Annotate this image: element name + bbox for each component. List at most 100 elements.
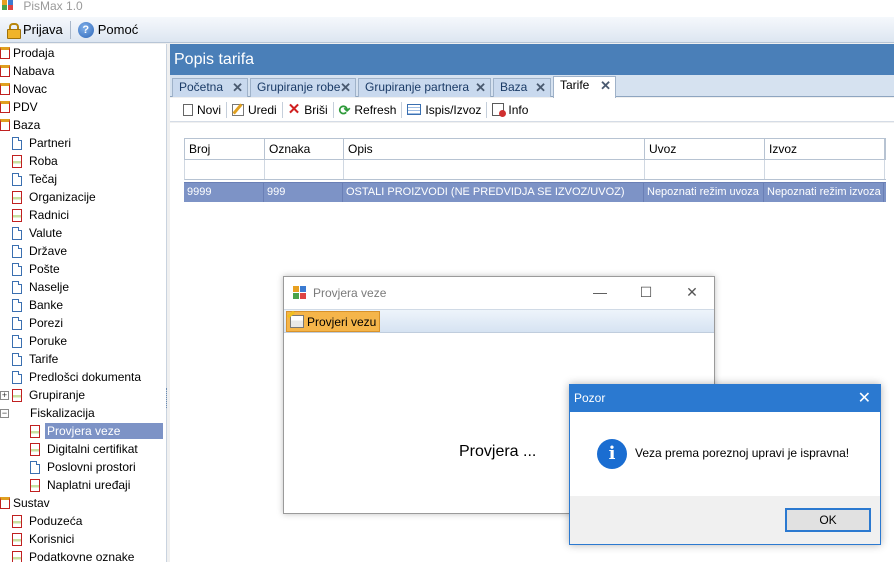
close-icon[interactable]: ✕ bbox=[475, 79, 486, 96]
info-icon: i bbox=[597, 439, 627, 469]
tab-label: Grupiranje robe bbox=[257, 80, 341, 94]
dialog-toolbar: Provjeri vezu bbox=[284, 309, 714, 333]
column-header-uvoz[interactable]: Uvoz bbox=[645, 139, 765, 159]
tab-baza[interactable]: Baza ✕ bbox=[493, 78, 551, 97]
tab-grupiranje-robe[interactable]: Grupiranje robe ✕ bbox=[250, 78, 356, 97]
folder-icon bbox=[0, 65, 10, 77]
collapse-icon[interactable]: − bbox=[0, 408, 9, 418]
cell-opis: OSTALI PROIZVODI (NE PREDVIDJA SE IZVOZ/… bbox=[343, 183, 644, 202]
ok-button[interactable]: OK bbox=[785, 508, 871, 532]
refresh-button[interactable]: ⟳ Refresh bbox=[334, 100, 402, 120]
sidebar-item-korisnici[interactable]: Korisnici bbox=[0, 530, 166, 548]
sidebar-item-partneri[interactable]: Partneri bbox=[0, 134, 166, 152]
sidebar-item-poduzeca[interactable]: Poduzeća bbox=[0, 512, 166, 530]
alert-message: Veza prema poreznoj upravi je ispravna! bbox=[635, 446, 850, 460]
folder-icon bbox=[0, 83, 10, 95]
sidebar-item-banke[interactable]: Banke bbox=[0, 296, 166, 314]
sidebar-item-podatkovne-oznake[interactable]: Podatkovne oznake bbox=[0, 548, 166, 562]
edit-button[interactable]: Uredi bbox=[227, 100, 282, 120]
sidebar-item-nabava[interactable]: Nabava bbox=[0, 62, 166, 80]
navigation-tree: Prodaja Nabava Novac PDV Baza Partneri Roba Teč… bbox=[0, 44, 167, 562]
sidebar-item-prodaja[interactable]: Prodaja bbox=[0, 44, 166, 62]
sidebar-item-tarife[interactable]: Tarife bbox=[0, 350, 166, 368]
sidebar-item-naselje[interactable]: Naselje bbox=[0, 278, 166, 296]
app-title: PisMax 1.0 bbox=[23, 0, 83, 13]
expand-icon[interactable]: + bbox=[0, 390, 9, 400]
sidebar-item-drzave[interactable]: Države bbox=[0, 242, 166, 260]
help-label: Pomoć bbox=[97, 22, 139, 37]
tab-grupiranje-partnera[interactable]: Grupiranje partnera ✕ bbox=[358, 78, 491, 97]
print-export-button[interactable]: Ispis/Izvoz bbox=[402, 100, 486, 120]
sidebar-item-predlosci-dokumenta[interactable]: Predlošci dokumenta bbox=[0, 368, 166, 386]
close-icon[interactable]: ✕ bbox=[340, 79, 351, 96]
info-label: Info bbox=[508, 102, 529, 117]
sidebar-splitter[interactable] bbox=[166, 388, 169, 408]
sidebar-item-label: Prodaja bbox=[13, 46, 55, 60]
sidebar-item-poruke[interactable]: Poruke bbox=[0, 332, 166, 350]
close-icon[interactable]: ✕ bbox=[600, 77, 611, 94]
filter-cell[interactable] bbox=[185, 160, 265, 179]
login-menu[interactable]: Prijava bbox=[2, 19, 68, 41]
column-header-opis[interactable]: Opis bbox=[344, 139, 645, 159]
cell-broj: 9999 bbox=[184, 183, 264, 202]
sidebar-item-label: Novac bbox=[13, 82, 48, 96]
column-header-broj[interactable]: Broj bbox=[185, 139, 265, 159]
sidebar-item-label: Korisnici bbox=[29, 532, 75, 546]
close-icon[interactable]: ✕ bbox=[232, 79, 243, 96]
sidebar-item-digitalni-certifikat[interactable]: Digitalni certifikat bbox=[0, 440, 166, 458]
filter-cell[interactable] bbox=[765, 160, 885, 179]
edit-icon bbox=[232, 103, 245, 116]
sidebar-item-label: Fiskalizacija bbox=[30, 406, 95, 420]
sidebar-item-label: Poslovni prostori bbox=[47, 460, 136, 474]
plug-icon bbox=[290, 315, 304, 328]
sidebar-item-naplatni-ure-aji[interactable]: Naplatni uređaji bbox=[0, 476, 166, 494]
document-icon bbox=[12, 352, 22, 366]
tab-tarife[interactable]: Tarife ✕ bbox=[553, 76, 616, 98]
new-label: Novi bbox=[197, 102, 222, 117]
sidebar-item-organizacije[interactable]: Organizacije bbox=[0, 188, 166, 206]
cell-oznaka: 999 bbox=[264, 183, 343, 202]
sidebar-item-provjera-veze[interactable]: Provjera veze bbox=[0, 422, 166, 440]
sidebar-item-poste[interactable]: Pošte bbox=[0, 260, 166, 278]
sidebar-item-radnici[interactable]: Radnici bbox=[0, 206, 166, 224]
filter-cell[interactable] bbox=[645, 160, 765, 179]
column-header-oznaka[interactable]: Oznaka bbox=[265, 139, 344, 159]
sidebar-item-baza[interactable]: Baza bbox=[0, 116, 166, 134]
check-connection-button[interactable]: Provjeri vezu bbox=[286, 311, 381, 332]
filter-cell[interactable] bbox=[265, 160, 344, 179]
grid-filter-row bbox=[184, 160, 886, 180]
document-icon bbox=[12, 298, 22, 312]
sidebar-item-tecaj[interactable]: Tečaj bbox=[0, 170, 166, 188]
sidebar-item-poslovni-prostori[interactable]: Poslovni prostori bbox=[0, 458, 166, 476]
column-header-izvoz[interactable]: Izvoz bbox=[765, 139, 885, 159]
document-icon bbox=[12, 388, 22, 402]
sidebar-item-pdv[interactable]: PDV bbox=[0, 98, 166, 116]
filter-cell[interactable] bbox=[344, 160, 645, 179]
sidebar-item-label: Organizacije bbox=[29, 190, 96, 204]
sidebar-item-grupiranje[interactable]: + Grupiranje bbox=[0, 386, 166, 404]
app-window-icon bbox=[293, 286, 307, 300]
new-button[interactable]: Novi bbox=[178, 100, 226, 120]
sidebar-item-sustav[interactable]: Sustav bbox=[0, 494, 166, 512]
sidebar-item-roba[interactable]: Roba bbox=[0, 152, 166, 170]
minimize-icon[interactable]: — bbox=[577, 277, 623, 309]
sidebar-item-novac[interactable]: Novac bbox=[0, 80, 166, 98]
document-icon bbox=[12, 136, 22, 150]
sidebar-item-fiskalizacija[interactable]: − Fiskalizacija bbox=[0, 404, 166, 422]
sidebar-item-valute[interactable]: Valute bbox=[0, 224, 166, 242]
sidebar-item-porezi[interactable]: Porezi bbox=[0, 314, 166, 332]
info-button[interactable]: Info bbox=[487, 100, 533, 120]
close-icon[interactable]: ✕ bbox=[669, 277, 715, 309]
tab-pocetna[interactable]: Početna ✕ bbox=[172, 78, 248, 97]
tab-label: Početna bbox=[179, 80, 224, 94]
close-icon[interactable]: ✕ bbox=[858, 385, 871, 412]
close-icon[interactable]: ✕ bbox=[535, 79, 546, 96]
sidebar-item-label: Sustav bbox=[13, 496, 50, 510]
sidebar-item-label: Podatkovne oznake bbox=[29, 550, 135, 562]
sidebar-item-label: Radnici bbox=[29, 208, 70, 222]
delete-button[interactable]: ✕ Briši bbox=[283, 100, 333, 120]
maximize-icon[interactable]: ☐ bbox=[623, 277, 669, 309]
table-row[interactable]: 9999 999 OSTALI PROIZVODI (NE PREDVIDJA … bbox=[184, 182, 886, 202]
toolbar: Novi Uredi ✕ Briši ⟳ Refresh Ispis/Izvoz I… bbox=[170, 98, 894, 122]
help-menu[interactable]: ? Pomoć bbox=[73, 19, 143, 41]
